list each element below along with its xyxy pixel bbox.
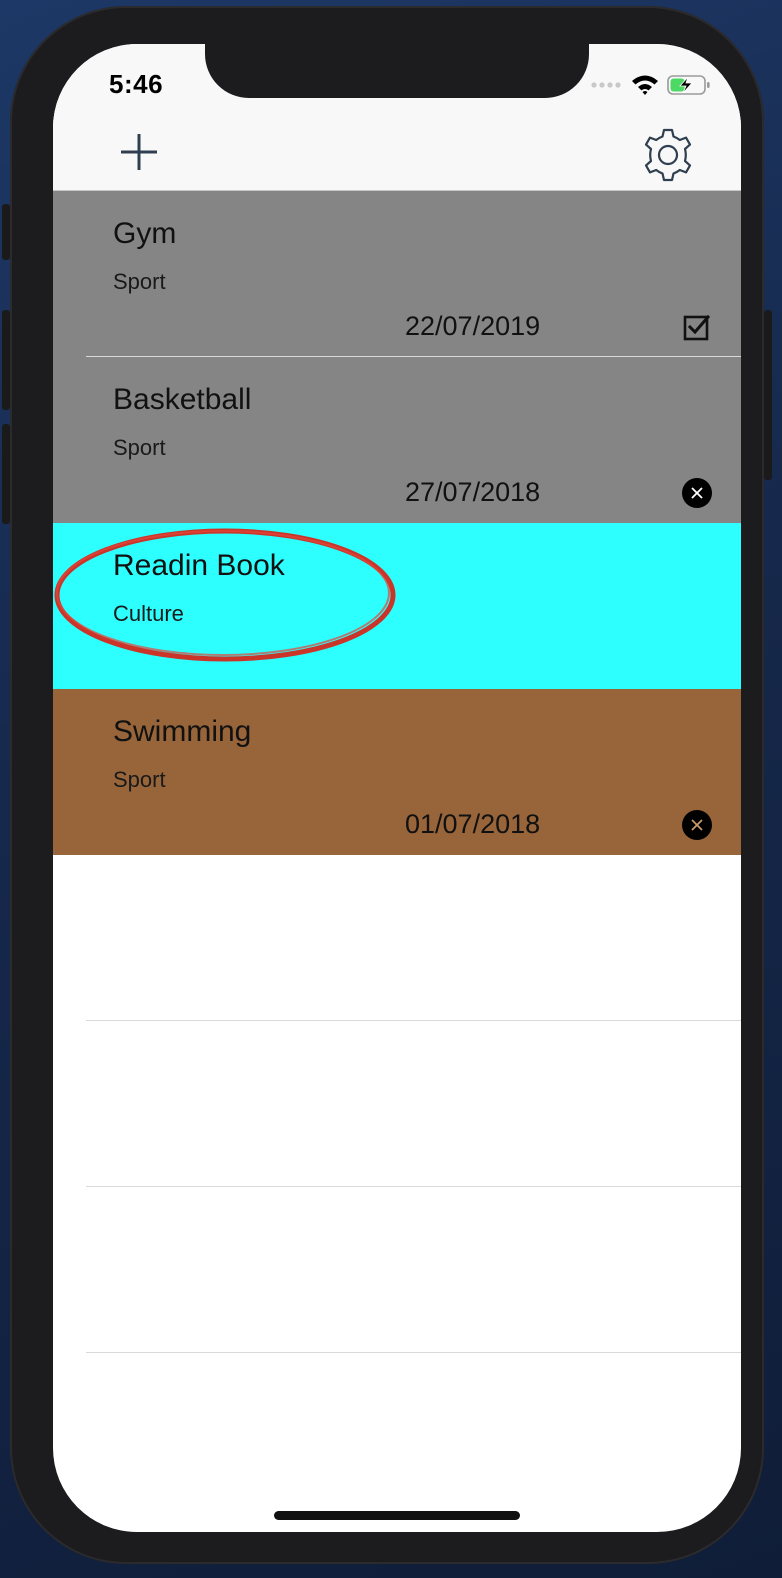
screen: 5:46 Gym Sport 22/07/2019 Basketball Spo… [53,44,741,1532]
empty-row [53,1021,741,1187]
plus-icon [121,134,157,170]
navigation-bar [53,100,741,191]
notch [205,44,589,98]
settings-button[interactable] [639,126,697,184]
activity-category: Sport [113,767,166,792]
add-button[interactable] [117,130,161,174]
checkbox-checked-icon[interactable] [681,311,713,343]
activity-list: Gym Sport 22/07/2019 Basketball Sport 27… [53,191,741,1353]
activity-title: Gym [113,217,177,250]
side-button-silent [2,204,10,260]
status-icons [591,74,711,96]
side-button-volume-up [2,310,10,410]
activity-date: 22/07/2019 [405,311,541,341]
empty-row [53,855,741,1021]
battery-charging-icon [667,75,710,95]
activity-title: Swimming [113,715,252,748]
row-separator [86,1352,741,1353]
status-time: 5:46 [109,69,164,99]
signal-icon [591,82,621,88]
home-indicator[interactable] [274,1511,520,1520]
empty-row [53,1187,741,1353]
list-item[interactable]: Swimming Sport 01/07/2018 [53,689,741,855]
activity-title: Readin Book [113,549,285,582]
activity-date: 27/07/2018 [405,477,541,507]
activity-date: 01/07/2018 [405,809,541,839]
list-item[interactable]: Gym Sport 22/07/2019 [53,191,741,357]
close-circle-icon[interactable] [681,809,713,841]
phone-frame: 5:46 Gym Sport 22/07/2019 Basketball Spo… [2,6,772,1564]
activity-title: Basketball [113,383,252,416]
activity-category: Sport [113,435,166,460]
side-button-power [764,310,772,480]
list-item[interactable]: Basketball Sport 27/07/2018 [53,357,741,523]
activity-category: Sport [113,269,166,294]
list-item[interactable]: Readin Book Culture [53,523,741,689]
close-circle-icon[interactable] [681,477,713,509]
wifi-icon [632,75,658,95]
side-button-volume-down [2,424,10,524]
activity-category: Culture [113,601,184,626]
gear-icon [644,128,692,182]
